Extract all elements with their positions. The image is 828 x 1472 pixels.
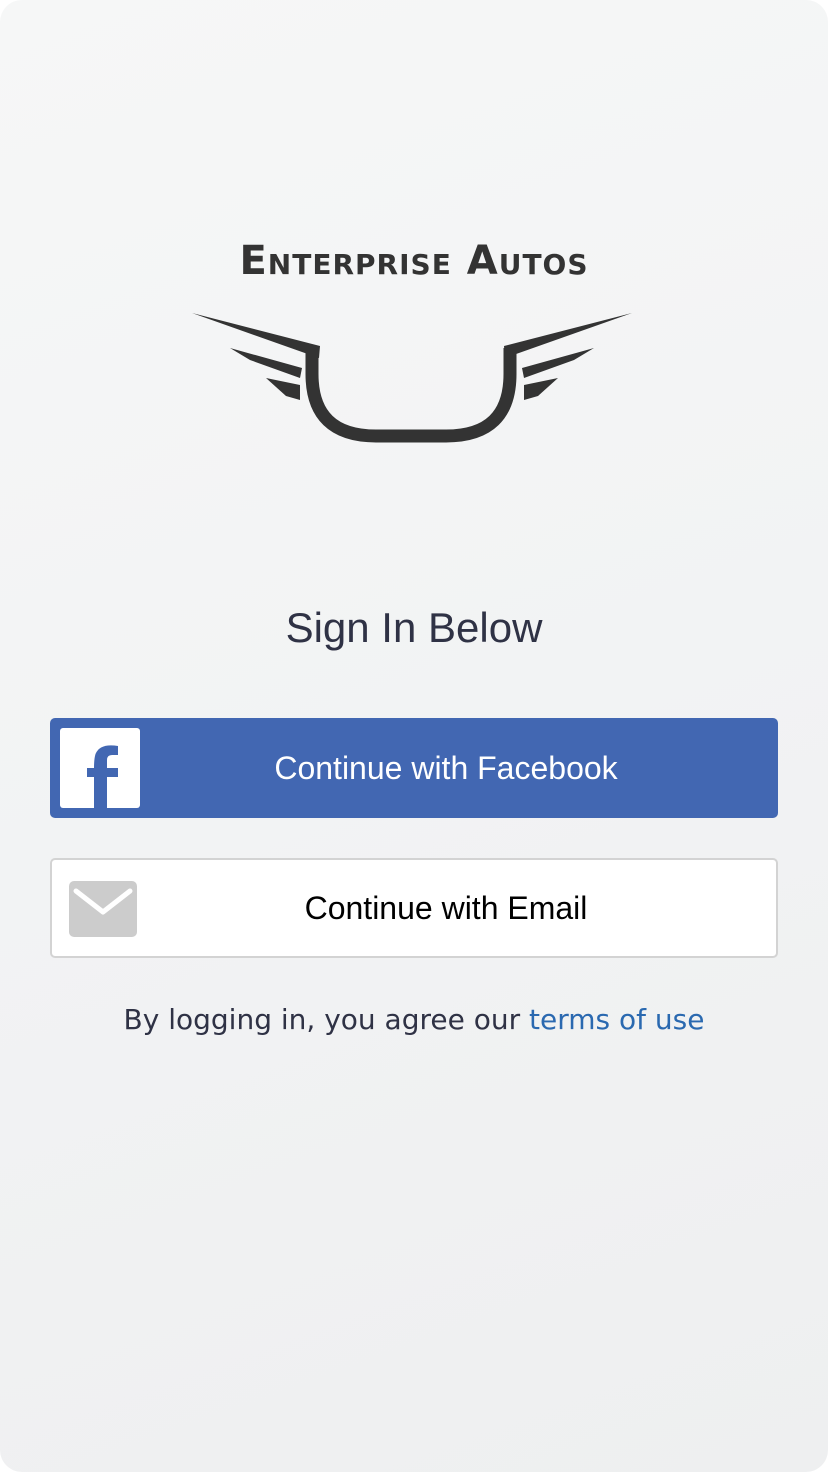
continue-with-email-button[interactable]: Continue with Email bbox=[50, 858, 778, 958]
envelope-icon bbox=[69, 881, 137, 937]
terms-notice: By logging in, you agree our terms of us… bbox=[0, 1000, 828, 1040]
brand-name: Enterprise Autos bbox=[239, 238, 589, 284]
facebook-button-label: Continue with Facebook bbox=[274, 749, 618, 786]
continue-with-facebook-button[interactable]: Continue with Facebook bbox=[50, 718, 778, 818]
brand-logo: Enterprise Autos bbox=[0, 226, 828, 296]
terms-of-use-link[interactable]: terms of use bbox=[529, 1003, 704, 1036]
facebook-icon bbox=[60, 728, 140, 808]
winged-logo-icon bbox=[192, 313, 632, 443]
sign-in-screen: Enterprise Autos Sign In Below Continue … bbox=[0, 0, 828, 1472]
page-title: Sign In Below bbox=[285, 604, 543, 651]
email-button-label: Continue with Email bbox=[304, 889, 588, 926]
terms-text: By logging in, you agree our bbox=[123, 1003, 530, 1036]
